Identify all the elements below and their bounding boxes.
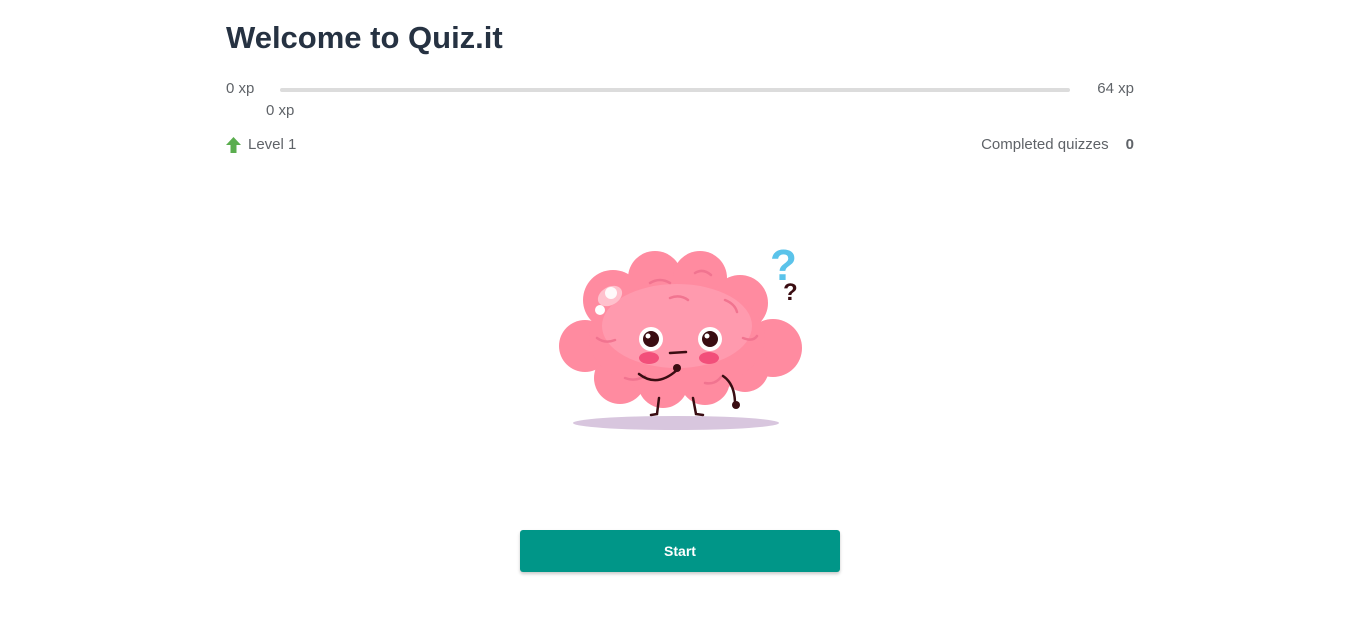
xp-progress-row: 0 xp 64 xp	[226, 80, 1134, 100]
level-label: Level 1	[248, 136, 297, 153]
page-title: Welcome to Quiz.it	[226, 20, 503, 55]
completed-quizzes: Completed quizzes 0	[981, 136, 1134, 153]
xp-min-label: 0 xp	[226, 80, 255, 97]
quiz-home-page: Welcome to Quiz.it 0 xp 64 xp 0 xp Level…	[0, 0, 1356, 622]
xp-max-label: 64 xp	[1097, 80, 1134, 97]
level-indicator: Level 1	[226, 136, 296, 153]
start-button[interactable]: Start	[520, 530, 840, 572]
brain-mascot-icon: ? ?	[559, 241, 802, 430]
completed-quizzes-label: Completed quizzes	[981, 136, 1109, 153]
arrow-up-icon	[226, 136, 241, 153]
stats-row: Level 1 Completed quizzes 0	[226, 136, 1134, 156]
xp-current-label: 0 xp	[266, 102, 295, 119]
svg-text:?: ?	[783, 279, 798, 306]
completed-quizzes-count: 0	[1125, 136, 1134, 153]
xp-progress-bar	[280, 88, 1070, 92]
